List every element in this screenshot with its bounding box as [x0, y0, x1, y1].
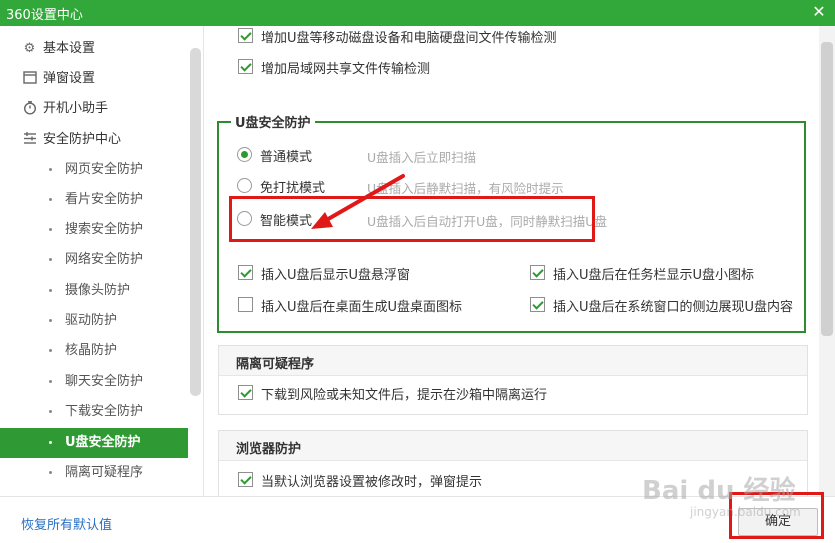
watermark-logo: Bai du 经验 — [642, 476, 796, 506]
power-timer-icon — [22, 101, 37, 116]
sidebar-item-label: 开机小助手 — [43, 101, 109, 116]
sidebar-item-boot-assistant[interactable]: 开机小助手 — [0, 94, 188, 124]
settings-panel: 增加U盘等移动磁盘设备和电脑硬盘间文件传输检测 增加局域网共享文件传输检测 U盘… — [205, 26, 819, 496]
window-title: 360设置中心 — [6, 8, 83, 23]
watermark-url: jingyan.baidu.com — [690, 505, 801, 519]
bullet-icon — [49, 349, 52, 352]
sidebar-item-label: 摄像头防护 — [65, 283, 131, 298]
sidebar-item-download-protection[interactable]: 下载安全防护 — [0, 397, 188, 427]
bullet-icon — [49, 380, 52, 383]
list-icon — [22, 132, 37, 147]
sidebar-item-label: 聊天安全防护 — [65, 374, 144, 389]
title-bar: 360设置中心 ✕ — [0, 0, 835, 26]
sidebar-item-basic-settings[interactable]: ⚙ 基本设置 — [0, 34, 188, 64]
sidebar-item-security-center[interactable]: 安全防护中心 — [0, 125, 188, 155]
gear-icon: ⚙ — [23, 41, 36, 56]
close-icon[interactable]: ✕ — [809, 2, 829, 22]
sidebar-item-label: U盘安全防护 — [65, 435, 141, 450]
sidebar-scrollbar[interactable] — [190, 48, 201, 396]
sidebar-item-label: 网络安全防护 — [65, 252, 144, 267]
bullet-icon — [49, 168, 52, 171]
sidebar-item-label: 搜索安全防护 — [65, 222, 144, 237]
sidebar-item-label: 核晶防护 — [65, 343, 118, 358]
sidebar-item-label: 看片安全防护 — [65, 192, 144, 207]
sidebar-item-video-protection[interactable]: 看片安全防护 — [0, 185, 188, 215]
main-scrollbar-thumb[interactable] — [821, 42, 833, 336]
bullet-icon — [49, 228, 52, 231]
sidebar-item-network-protection[interactable]: 网络安全防护 — [0, 245, 188, 275]
sidebar-item-popup-settings[interactable]: 弹窗设置 — [0, 64, 188, 94]
sidebar-item-label: 基本设置 — [43, 41, 96, 56]
bullet-icon — [49, 471, 52, 474]
window-icon — [22, 71, 37, 86]
sidebar-item-camera-protection[interactable]: 摄像头防护 — [0, 276, 188, 306]
bullet-icon — [49, 289, 52, 292]
bullet-icon — [49, 410, 52, 413]
bullet-icon — [49, 319, 52, 322]
sidebar: ⚙ 基本设置 弹窗设置 开机小助手 安全防护中心 网页安全防护 看片安全防护 搜… — [0, 26, 204, 496]
sidebar-item-crystal-protection[interactable]: 核晶防护 — [0, 336, 188, 366]
bullet-icon — [49, 258, 52, 261]
sidebar-item-label: 弹窗设置 — [43, 71, 96, 86]
sidebar-item-label: 下载安全防护 — [65, 404, 144, 419]
sidebar-item-isolate-suspicious[interactable]: 隔离可疑程序 — [0, 458, 188, 488]
bullet-icon — [49, 198, 52, 201]
sidebar-item-label: 隔离可疑程序 — [65, 465, 144, 480]
sidebar-item-driver-protection[interactable]: 驱动防护 — [0, 306, 188, 336]
sidebar-item-usb-protection[interactable]: U盘安全防护 — [0, 428, 188, 458]
sidebar-item-web-protection[interactable]: 网页安全防护 — [0, 155, 188, 185]
bullet-icon — [49, 441, 52, 444]
restore-defaults-link[interactable]: 恢复所有默认值 — [21, 514, 112, 533]
sidebar-item-chat-protection[interactable]: 聊天安全防护 — [0, 367, 188, 397]
sidebar-item-search-protection[interactable]: 搜索安全防护 — [0, 215, 188, 245]
sidebar-item-label: 网页安全防护 — [65, 162, 144, 177]
sidebar-item-label: 安全防护中心 — [43, 132, 122, 147]
annotation-arrow-icon — [311, 174, 405, 229]
sidebar-item-label: 驱动防护 — [65, 313, 118, 328]
